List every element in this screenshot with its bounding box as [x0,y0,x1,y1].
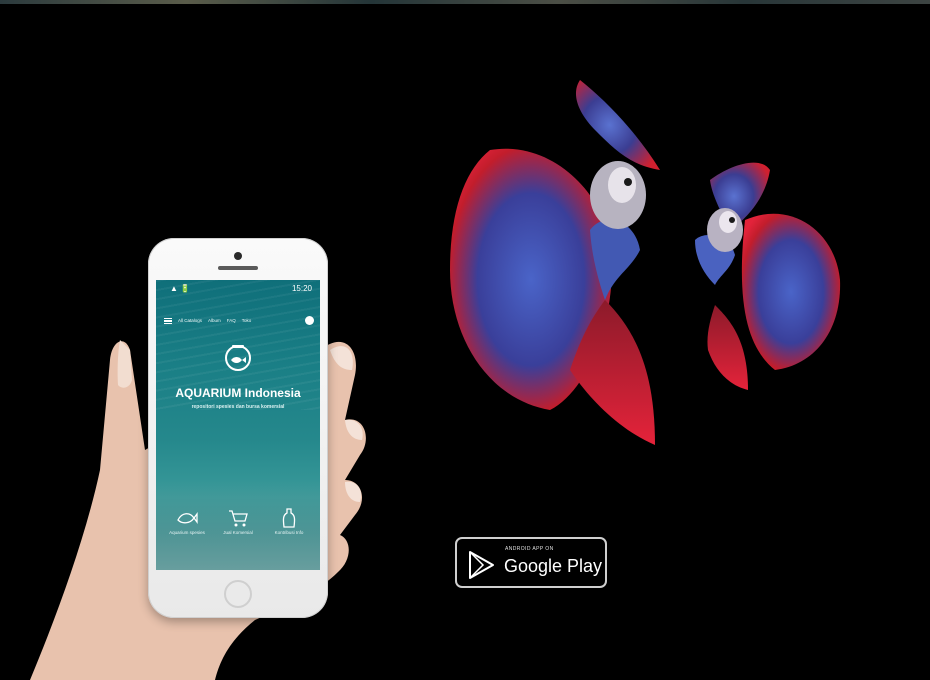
signal-icon: ▲ 🔋 [170,284,191,293]
badge-small-label: ANDROID APP ON [505,546,554,552]
feature-contribute-label: Kontribusi Info [274,530,304,535]
smartphone: ▲ 🔋 15:20 All Catalogs Album FAQ Toko AQ… [148,238,328,618]
google-play-badge[interactable]: ANDROID APP ON Google Play [455,537,607,588]
feature-species-label: Aquarium spesies [169,530,205,535]
phone-speaker [218,266,258,270]
nav-link-catalogs[interactable]: All Catalogs [178,318,202,323]
app-title: AQUARIUM Indonesia [175,386,301,400]
bottle-icon [282,508,296,528]
phone-screen: ▲ 🔋 15:20 All Catalogs Album FAQ Toko AQ… [156,280,320,570]
app-tagline: repositori spesies dan bursa komersial [191,404,285,410]
menu-icon[interactable] [164,318,172,324]
user-icon[interactable] [305,316,314,325]
feature-menu: Aquarium spesies Jual Komersial Kontribu… [156,508,320,568]
nav-link-toko[interactable]: Toko [242,318,252,323]
play-triangle-icon [469,551,494,579]
phone-camera [234,252,242,260]
top-image-strip [0,0,930,4]
fish-icon [177,512,198,524]
feature-commercial[interactable]: Jual Komersial [213,508,263,535]
betta-fish-illustration [450,80,841,445]
fishbowl-icon [225,345,251,371]
promo-banner: ▲ 🔋 15:20 All Catalogs Album FAQ Toko AQ… [0,0,930,680]
feature-species[interactable]: Aquarium spesies [162,508,212,535]
status-bar: ▲ 🔋 15:20 [156,280,320,298]
status-time: 15:20 [291,284,312,293]
feature-commercial-label: Jual Komersial [223,530,253,535]
nav-link-album[interactable]: Album [208,318,221,323]
feature-contribute[interactable]: Kontribusi Info [264,508,314,535]
nav-link-faq[interactable]: FAQ [227,318,236,323]
cart-icon [229,510,248,527]
badge-store-name: Google Play [504,556,603,576]
app-nav: All Catalogs Album FAQ Toko [156,316,320,328]
home-button[interactable] [224,580,252,608]
